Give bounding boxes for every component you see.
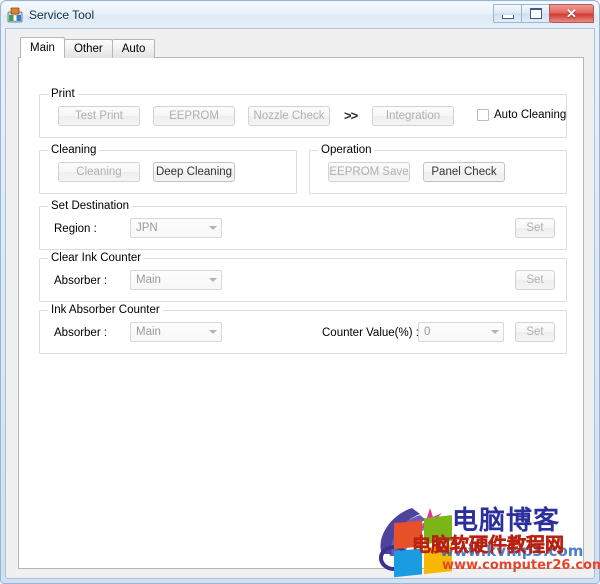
auto-cleaning-checkbox-box[interactable]: [477, 109, 489, 121]
group-clear-ink-counter-label: Clear Ink Counter: [48, 252, 145, 264]
group-ink-absorber-counter-label: Ink Absorber Counter: [48, 304, 163, 316]
maximize-icon: [529, 8, 542, 19]
window-title: Service Tool: [29, 8, 95, 22]
nozzle-check-button[interactable]: Nozzle Check: [248, 106, 330, 126]
test-print-button[interactable]: Test Print: [58, 106, 140, 126]
application-window: Service Tool ✕ Main Other Auto Print Tes…: [0, 0, 600, 584]
counter-value-combobox-value: 0: [424, 326, 431, 338]
clear-ink-absorber-combobox-value: Main: [136, 274, 161, 286]
group-operation: Operation EEPROM Save Panel Check: [309, 144, 567, 194]
tab-strip: Main Other Auto: [20, 37, 156, 58]
chevron-down-icon[interactable]: [205, 323, 221, 341]
ink-absorber-label: Absorber :: [54, 327, 108, 339]
counter-value-label: Counter Value(%) :: [322, 327, 419, 339]
integration-button[interactable]: Integration: [372, 106, 454, 126]
group-ink-absorber-counter: Ink Absorber Counter Absorber : Main Cou…: [39, 304, 567, 354]
group-operation-label: Operation: [318, 144, 375, 156]
set-destination-set-button[interactable]: Set: [515, 218, 555, 238]
tab-main[interactable]: Main: [20, 37, 65, 58]
region-combobox-value: JPN: [136, 222, 158, 234]
maximize-button[interactable]: [521, 4, 550, 23]
group-print: Print Test Print EEPROM Nozzle Check >> …: [39, 88, 567, 138]
region-label: Region :: [54, 223, 97, 235]
chevron-down-icon[interactable]: [205, 219, 221, 237]
auto-cleaning-label: Auto Cleaning: [494, 109, 567, 121]
forward-chevron-icon: >>: [344, 108, 358, 123]
group-clear-ink-counter: Clear Ink Counter Absorber : Main Set: [39, 252, 567, 302]
group-set-destination-label: Set Destination: [48, 200, 132, 212]
ink-absorber-combobox[interactable]: Main: [130, 322, 222, 342]
ink-absorber-counter-set-button[interactable]: Set: [515, 322, 555, 342]
cleaning-button[interactable]: Cleaning: [58, 162, 140, 182]
window-controls: ✕: [493, 4, 594, 24]
tab-other[interactable]: Other: [63, 39, 113, 58]
close-icon: ✕: [566, 6, 577, 21]
panel-check-button[interactable]: Panel Check: [423, 162, 505, 182]
title-bar[interactable]: Service Tool ✕: [2, 2, 598, 28]
ink-absorber-combobox-value: Main: [136, 326, 161, 338]
eeprom-button[interactable]: EEPROM: [153, 106, 235, 126]
minimize-button[interactable]: [493, 4, 522, 23]
deep-cleaning-button[interactable]: Deep Cleaning: [153, 162, 235, 182]
auto-cleaning-checkbox[interactable]: Auto Cleaning: [477, 109, 566, 121]
minimize-icon: [501, 14, 514, 19]
window-client-area: Main Other Auto Print Test Print EEPROM …: [5, 28, 595, 579]
eeprom-save-button[interactable]: EEPROM Save: [328, 162, 410, 182]
group-cleaning-label: Cleaning: [48, 144, 100, 156]
tab-page-main: Print Test Print EEPROM Nozzle Check >> …: [18, 57, 584, 569]
group-print-label: Print: [48, 88, 78, 100]
clear-ink-absorber-combobox[interactable]: Main: [130, 270, 222, 290]
group-set-destination: Set Destination Region : JPN Set: [39, 200, 567, 250]
counter-value-combobox[interactable]: 0: [418, 322, 504, 342]
close-button[interactable]: ✕: [549, 4, 594, 23]
service-tool-app-icon: [7, 7, 23, 23]
clear-ink-counter-set-button[interactable]: Set: [515, 270, 555, 290]
clear-ink-absorber-label: Absorber :: [54, 275, 108, 287]
tab-auto[interactable]: Auto: [111, 39, 156, 58]
chevron-down-icon[interactable]: [205, 271, 221, 289]
chevron-down-icon[interactable]: [487, 323, 503, 341]
region-combobox[interactable]: JPN: [130, 218, 222, 238]
group-cleaning: Cleaning Cleaning Deep Cleaning: [39, 144, 297, 194]
